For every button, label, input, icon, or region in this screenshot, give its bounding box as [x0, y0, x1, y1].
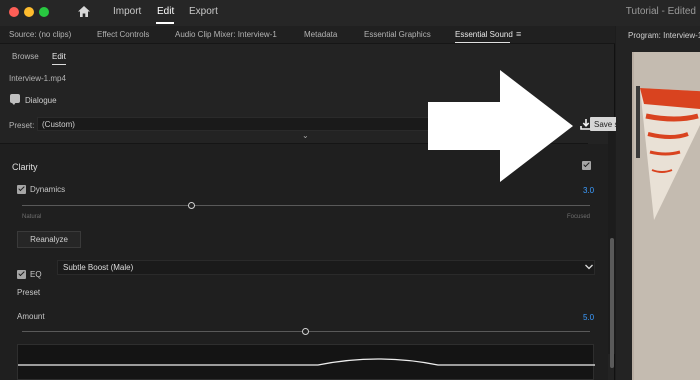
tab-essential-graphics[interactable]: Essential Graphics	[364, 30, 431, 39]
eq-preset-dropdown[interactable]: Subtle Boost (Male)	[57, 260, 595, 275]
close-window-button[interactable]	[9, 7, 19, 17]
menu-import[interactable]: Import	[113, 6, 141, 17]
title-bar: Import Edit Export Tutorial - Edited	[0, 0, 700, 26]
menu-edit[interactable]: Edit	[157, 6, 174, 17]
active-menu-indicator	[156, 22, 174, 24]
amount-slider-knob[interactable]	[302, 328, 309, 335]
clip-filename: Interview-1.mp4	[9, 74, 66, 83]
amount-value[interactable]: 5.0	[583, 313, 594, 322]
menu-export[interactable]: Export	[189, 6, 218, 17]
audio-type-label: Dialogue	[25, 96, 57, 105]
eq-label: EQ	[30, 270, 42, 279]
minimize-window-button[interactable]	[24, 7, 34, 17]
amount-label: Amount	[17, 312, 45, 321]
program-monitor-panel: Program: Interview-1	[616, 26, 700, 380]
eq-preset-label: Preset	[17, 288, 41, 297]
panel-scrollbar-thumb[interactable]	[610, 238, 614, 368]
tab-audio-clip-mixer[interactable]: Audio Clip Mixer: Interview-1	[175, 30, 277, 39]
tab-essential-sound[interactable]: Essential Sound	[455, 30, 513, 39]
tab-program-monitor[interactable]: Program: Interview-1	[628, 31, 700, 40]
dynamics-max-label: Focused	[567, 214, 591, 220]
active-tab-indicator	[455, 42, 510, 43]
eq-preset-value: Subtle Boost (Male)	[63, 263, 134, 272]
clarity-title: Clarity	[12, 162, 38, 172]
dynamics-min-label: Natural	[22, 214, 42, 220]
document-title: Tutorial - Edited	[625, 6, 696, 17]
preset-value: (Custom)	[42, 120, 75, 129]
chevron-down-icon[interactable]: ⌄	[302, 131, 309, 140]
chevron-down-icon[interactable]	[584, 263, 594, 271]
eq-curve-display	[17, 344, 595, 380]
tab-source[interactable]: Source: (no clips)	[9, 30, 71, 39]
dynamics-value[interactable]: 3.0	[583, 186, 594, 195]
program-video-frame	[632, 52, 700, 380]
home-icon[interactable]	[77, 5, 91, 18]
dynamics-label: Dynamics	[30, 185, 66, 194]
tab-metadata[interactable]: Metadata	[304, 30, 337, 39]
clarity-enable-checkbox[interactable]	[582, 161, 591, 170]
preset-dropdown[interactable]: (Custom)	[37, 117, 432, 131]
reanalyze-button[interactable]: Reanalyze	[17, 231, 81, 248]
subtab-browse[interactable]: Browse	[12, 52, 39, 61]
eq-curve	[18, 358, 595, 366]
dynamics-slider-track[interactable]	[22, 205, 590, 206]
panel-tab-bar: Source: (no clips) Effect Controls Audio…	[0, 26, 615, 44]
subtab-edit[interactable]: Edit	[52, 52, 66, 61]
maximize-window-button[interactable]	[39, 7, 49, 17]
pennant-flag-image	[636, 86, 700, 220]
speech-bubble-icon	[10, 94, 20, 105]
pointer-arrow	[428, 70, 573, 182]
active-subtab-indicator	[52, 64, 66, 65]
panel-menu-icon[interactable]: ≡	[516, 29, 521, 39]
dynamics-checkbox[interactable]	[17, 185, 26, 194]
preset-label: Preset:	[9, 121, 35, 130]
eq-checkbox[interactable]	[17, 270, 26, 279]
tab-effect-controls[interactable]: Effect Controls	[97, 30, 149, 39]
